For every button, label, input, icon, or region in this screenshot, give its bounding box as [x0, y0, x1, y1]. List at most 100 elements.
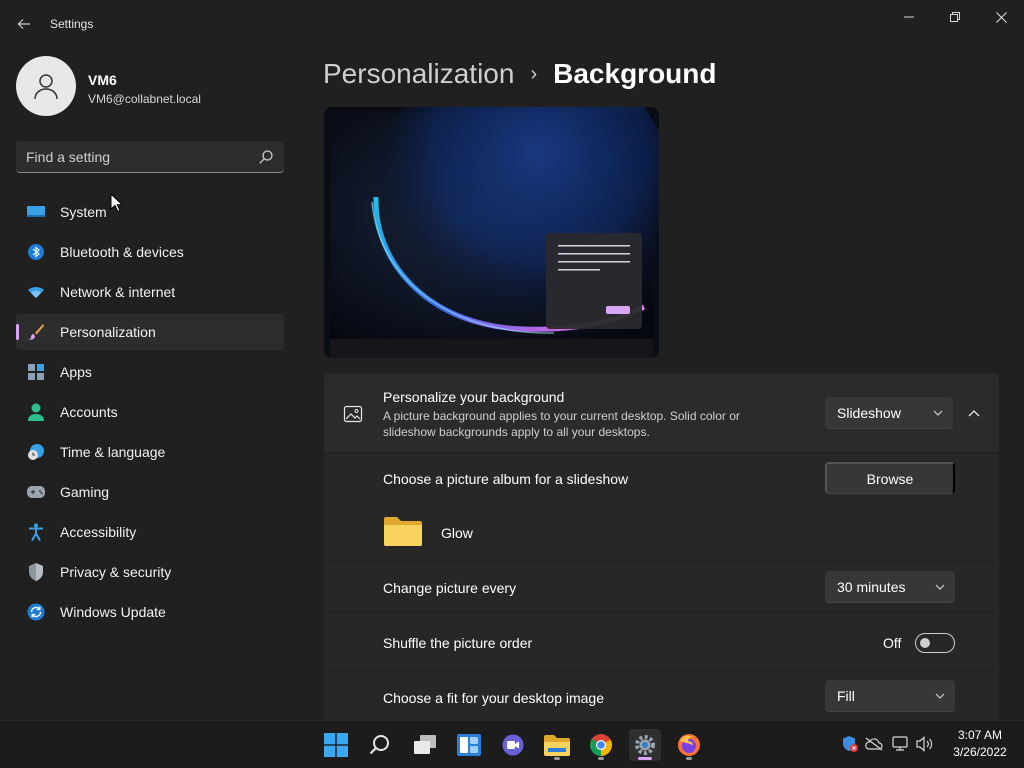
security-tray-button[interactable]	[841, 735, 859, 753]
widgets-button[interactable]	[453, 729, 485, 761]
sidebar-item-personalization[interactable]: Personalization	[16, 314, 284, 350]
sidebar-item-time-language[interactable]: Time & language	[16, 434, 284, 470]
search-icon	[259, 150, 273, 164]
shield-icon	[26, 562, 46, 582]
close-icon	[995, 11, 1007, 23]
app-title: Settings	[50, 17, 94, 31]
interval-row: Change picture every 30 minutes	[324, 562, 994, 612]
file-explorer-button[interactable]	[541, 729, 573, 761]
minimize-icon	[904, 16, 914, 18]
chat-icon	[502, 734, 524, 756]
search-input[interactable]	[26, 141, 246, 172]
sidebar-item-gaming[interactable]: Gaming	[16, 474, 284, 510]
fit-row: Choose a fit for your desktop image Fill	[324, 671, 994, 720]
accessibility-icon	[26, 522, 46, 542]
apps-icon	[26, 362, 46, 382]
sidebar-item-label: Accessibility	[60, 524, 137, 540]
clock-date: 3/26/2022	[953, 745, 1007, 759]
volume-icon	[916, 736, 933, 752]
sidebar-item-label: Accounts	[60, 404, 118, 420]
firefox-icon	[678, 734, 700, 756]
search-icon	[369, 735, 389, 755]
fit-label: Choose a fit for your desktop image	[383, 690, 605, 706]
background-title: Personalize your background	[383, 389, 565, 405]
profile-name: VM6	[88, 72, 117, 88]
background-settings-panel: Personalize your background A picture ba…	[324, 373, 999, 720]
album-name: Glow	[441, 525, 473, 541]
collapse-button[interactable]	[962, 403, 986, 423]
sidebar-item-windows-update[interactable]: Windows Update	[16, 594, 284, 630]
sidebar-item-bluetooth[interactable]: Bluetooth & devices	[16, 234, 284, 270]
sidebar-item-accessibility[interactable]: Accessibility	[16, 514, 284, 550]
clock-globe-icon	[26, 442, 46, 462]
volume-tray-button[interactable]	[916, 735, 934, 753]
fit-dropdown[interactable]: Fill	[825, 680, 955, 712]
personalize-background-header[interactable]: Personalize your background A picture ba…	[324, 373, 999, 453]
person-icon	[26, 402, 46, 422]
interval-dropdown[interactable]: 30 minutes	[825, 571, 955, 603]
onedrive-tray-button[interactable]	[865, 735, 883, 753]
person-icon	[34, 74, 58, 100]
running-indicator	[598, 757, 604, 760]
chat-button[interactable]	[497, 729, 529, 761]
background-type-value: Slideshow	[837, 405, 901, 421]
breadcrumb-parent[interactable]: Personalization	[323, 58, 514, 90]
interval-label: Change picture every	[383, 580, 517, 596]
sidebar-item-system[interactable]: System	[16, 194, 284, 230]
picture-icon	[343, 405, 363, 423]
network-icon	[892, 736, 908, 751]
taskbar: 3:07 AM 3/26/2022	[0, 720, 1024, 768]
settings-icon	[635, 735, 655, 755]
sidebar-item-accounts[interactable]: Accounts	[16, 394, 284, 430]
sidebar-item-label: Network & internet	[60, 284, 176, 300]
fit-value: Fill	[837, 688, 855, 704]
sidebar-item-label: Bluetooth & devices	[60, 244, 184, 260]
shuffle-toggle[interactable]	[915, 633, 955, 653]
sidebar-item-label: Time & language	[60, 444, 166, 460]
shuffle-state: Off	[883, 635, 902, 651]
chrome-button[interactable]	[585, 729, 617, 761]
clock-time: 3:07 AM	[957, 728, 1003, 742]
cloud-off-icon	[865, 737, 883, 751]
wifi-icon	[26, 282, 46, 302]
back-button[interactable]	[10, 10, 38, 38]
firefox-button[interactable]	[673, 729, 705, 761]
task-view-icon	[414, 735, 436, 754]
taskbar-search-button[interactable]	[364, 729, 396, 761]
search-box[interactable]	[16, 141, 284, 173]
chevron-down-icon	[933, 410, 943, 416]
background-type-dropdown[interactable]: Slideshow	[825, 397, 953, 429]
mouse-cursor-icon	[110, 193, 124, 213]
sidebar-item-apps[interactable]: Apps	[16, 354, 284, 390]
shield-alert-icon	[843, 736, 858, 752]
toggle-knob	[920, 638, 930, 648]
gamepad-icon	[26, 482, 46, 502]
sidebar-item-network[interactable]: Network & internet	[16, 274, 284, 310]
restore-icon	[950, 12, 960, 22]
browse-button[interactable]: Browse	[825, 462, 955, 494]
bluetooth-icon	[26, 242, 46, 262]
page-title: Background	[553, 58, 717, 89]
sidebar-item-label: Personalization	[60, 324, 156, 340]
chevron-down-icon	[935, 584, 945, 590]
widgets-icon	[457, 734, 481, 756]
running-indicator	[686, 757, 692, 760]
folder-icon	[384, 517, 422, 546]
settings-taskbar-button[interactable]	[629, 729, 661, 761]
taskbar-clock[interactable]: 3:07 AM 3/26/2022	[944, 727, 1016, 763]
sidebar-item-privacy-security[interactable]: Privacy & security	[16, 554, 284, 590]
minimize-button[interactable]	[886, 4, 932, 30]
file-explorer-icon	[544, 735, 570, 756]
network-tray-button[interactable]	[892, 735, 910, 753]
update-icon	[26, 602, 46, 622]
start-button[interactable]	[320, 729, 352, 761]
chrome-icon	[590, 734, 612, 756]
task-view-button[interactable]	[409, 729, 441, 761]
profile-email: VM6@collabnet.local	[88, 92, 201, 106]
restore-button[interactable]	[932, 4, 978, 30]
sidebar-item-label: System	[60, 204, 107, 220]
breadcrumb: Personalization › Background	[323, 58, 716, 90]
active-indicator	[638, 757, 652, 760]
back-arrow-icon	[17, 19, 30, 29]
close-button[interactable]	[978, 4, 1024, 30]
